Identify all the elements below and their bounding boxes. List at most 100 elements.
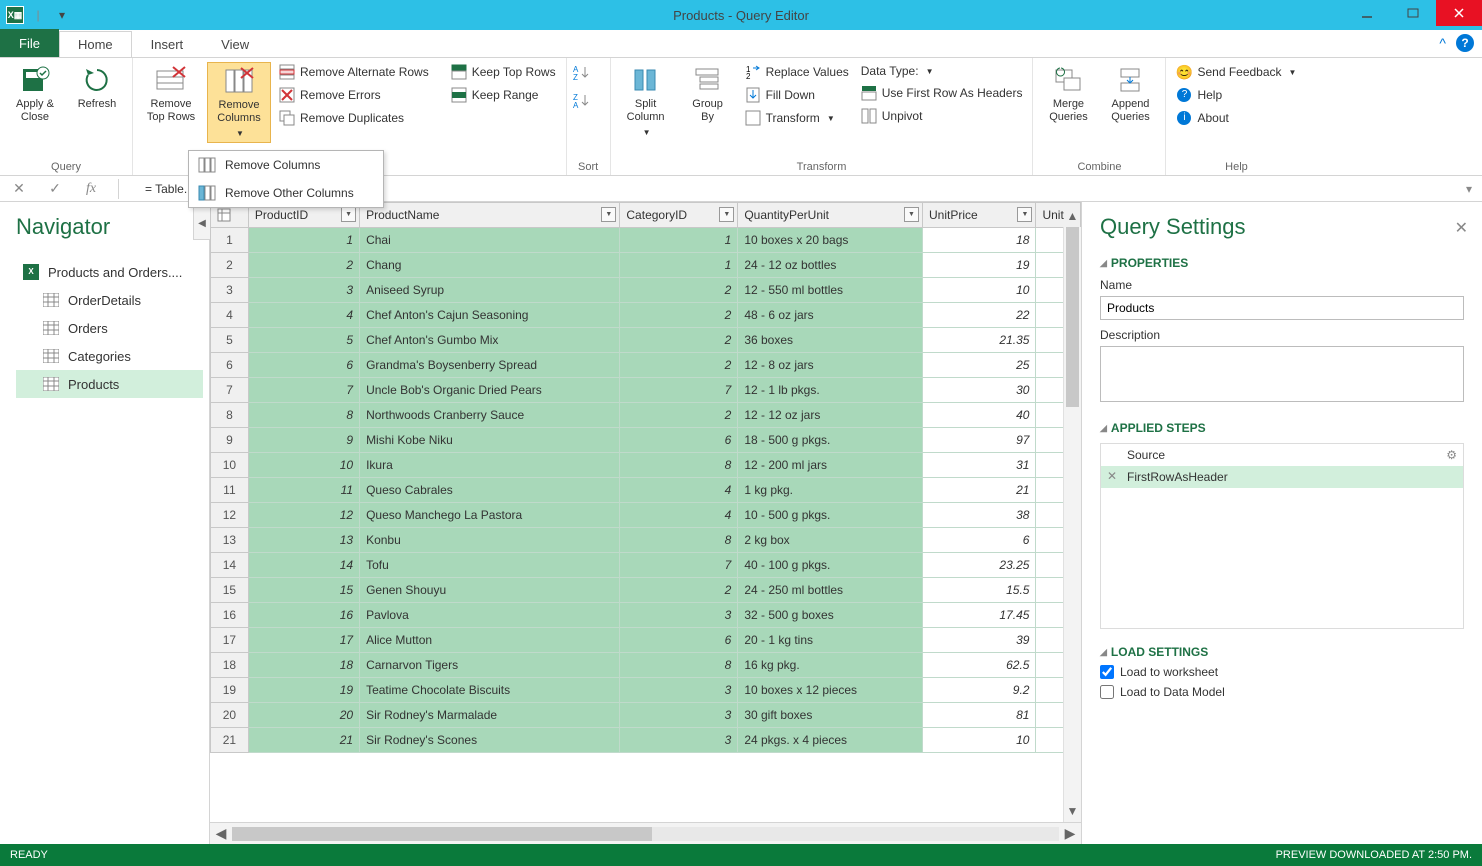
column-filter-icon[interactable]: ▼	[904, 207, 919, 222]
cell-quantityperunit[interactable]: 10 - 500 g pkgs.	[738, 503, 923, 528]
row-number[interactable]: 12	[211, 503, 249, 528]
cell-productname[interactable]: Queso Manchego La Pastora	[360, 503, 620, 528]
column-filter-icon[interactable]: ▼	[719, 207, 734, 222]
row-number[interactable]: 13	[211, 528, 249, 553]
cell-productid[interactable]: 15	[248, 578, 359, 603]
row-number[interactable]: 9	[211, 428, 249, 453]
cell-categoryid[interactable]: 3	[620, 678, 738, 703]
cell-unitprice[interactable]: 18	[922, 228, 1035, 253]
keep-range-button[interactable]: Keep Range	[447, 85, 560, 105]
cell-categoryid[interactable]: 7	[620, 553, 738, 578]
column-filter-icon[interactable]: ▼	[341, 207, 356, 222]
row-number[interactable]: 21	[211, 728, 249, 753]
cell-unitprice[interactable]: 19	[922, 253, 1035, 278]
cell-productid[interactable]: 7	[248, 378, 359, 403]
data-table[interactable]: ProductID▼ProductName▼CategoryID▼Quantit…	[210, 202, 1081, 753]
tab-home[interactable]: Home	[59, 31, 132, 57]
applied-steps-header[interactable]: ◢APPLIED STEPS	[1100, 421, 1464, 435]
cell-unitprice[interactable]: 10	[922, 728, 1035, 753]
fx-icon[interactable]: fx	[82, 181, 100, 197]
cell-categoryid[interactable]: 1	[620, 228, 738, 253]
column-header-productname[interactable]: ProductName▼	[360, 203, 620, 228]
cell-unitprice[interactable]: 9.2	[922, 678, 1035, 703]
cell-categoryid[interactable]: 4	[620, 478, 738, 503]
sort-asc-button[interactable]: AZ	[573, 64, 591, 82]
cell-productid[interactable]: 8	[248, 403, 359, 428]
remove-columns-button[interactable]: Remove Columns▼	[207, 62, 271, 143]
group-by-button[interactable]: Group By	[679, 62, 737, 126]
nav-root-workbook[interactable]: X Products and Orders....	[16, 258, 203, 286]
remove-alternate-rows-button[interactable]: Remove Alternate Rows	[275, 62, 433, 82]
cell-unitprice[interactable]: 22	[922, 303, 1035, 328]
cell-unitprice[interactable]: 15.5	[922, 578, 1035, 603]
cell-categoryid[interactable]: 2	[620, 578, 738, 603]
table-row[interactable]: 1414Tofu740 - 100 g pkgs.23.25	[211, 553, 1081, 578]
about-button[interactable]: iAbout	[1172, 108, 1300, 128]
row-number[interactable]: 17	[211, 628, 249, 653]
row-number[interactable]: 6	[211, 353, 249, 378]
cell-productid[interactable]: 4	[248, 303, 359, 328]
cell-quantityperunit[interactable]: 36 boxes	[738, 328, 923, 353]
cell-productid[interactable]: 10	[248, 453, 359, 478]
cell-productid[interactable]: 18	[248, 653, 359, 678]
cell-categoryid[interactable]: 2	[620, 403, 738, 428]
cell-productname[interactable]: Carnarvon Tigers	[360, 653, 620, 678]
cell-unitprice[interactable]: 21	[922, 478, 1035, 503]
cell-productid[interactable]: 19	[248, 678, 359, 703]
row-number[interactable]: 18	[211, 653, 249, 678]
transform-button[interactable]: Transform▼	[741, 108, 853, 128]
scroll-right-arrow[interactable]: ▶	[1059, 825, 1081, 842]
table-row[interactable]: 1010Ikura812 - 200 ml jars31	[211, 453, 1081, 478]
row-number[interactable]: 15	[211, 578, 249, 603]
split-column-button[interactable]: Split Column▼	[617, 62, 675, 141]
load-to-data-model-checkbox[interactable]: Load to Data Model	[1100, 685, 1464, 699]
cell-quantityperunit[interactable]: 1 kg pkg.	[738, 478, 923, 503]
cell-productid[interactable]: 13	[248, 528, 359, 553]
qat-dropdown-icon[interactable]: ▾	[52, 4, 72, 26]
cell-unitprice[interactable]: 38	[922, 503, 1035, 528]
cell-productid[interactable]: 2	[248, 253, 359, 278]
sort-desc-button[interactable]: ZA	[573, 92, 591, 110]
cell-quantityperunit[interactable]: 20 - 1 kg tins	[738, 628, 923, 653]
apply-and-close-button[interactable]: Apply & Close	[6, 62, 64, 126]
cell-productid[interactable]: 5	[248, 328, 359, 353]
cell-quantityperunit[interactable]: 18 - 500 g pkgs.	[738, 428, 923, 453]
column-header-categoryid[interactable]: CategoryID▼	[620, 203, 738, 228]
cell-quantityperunit[interactable]: 12 - 200 ml jars	[738, 453, 923, 478]
nav-item-orders[interactable]: Orders	[16, 314, 203, 342]
cell-unitprice[interactable]: 23.25	[922, 553, 1035, 578]
remove-duplicates-button[interactable]: Remove Duplicates	[275, 108, 433, 128]
table-row[interactable]: 66Grandma's Boysenberry Spread212 - 8 oz…	[211, 353, 1081, 378]
table-row[interactable]: 55Chef Anton's Gumbo Mix236 boxes21.35	[211, 328, 1081, 353]
cell-quantityperunit[interactable]: 12 - 1 lb pkgs.	[738, 378, 923, 403]
cell-productid[interactable]: 16	[248, 603, 359, 628]
cell-quantityperunit[interactable]: 16 kg pkg.	[738, 653, 923, 678]
table-row[interactable]: 1313Konbu82 kg box6	[211, 528, 1081, 553]
row-number[interactable]: 11	[211, 478, 249, 503]
cell-productid[interactable]: 14	[248, 553, 359, 578]
cell-productname[interactable]: Konbu	[360, 528, 620, 553]
navigator-collapse-icon[interactable]: ◀	[193, 206, 211, 240]
data-type-button[interactable]: Data Type:▼	[857, 62, 1027, 80]
minimize-button[interactable]	[1344, 0, 1390, 26]
cell-productid[interactable]: 9	[248, 428, 359, 453]
table-row[interactable]: 88Northwoods Cranberry Sauce212 - 12 oz …	[211, 403, 1081, 428]
fill-down-button[interactable]: Fill Down	[741, 85, 853, 105]
cell-quantityperunit[interactable]: 10 boxes x 20 bags	[738, 228, 923, 253]
description-input[interactable]	[1100, 346, 1464, 402]
commit-icon[interactable]: ✓	[46, 180, 64, 197]
tab-view[interactable]: View	[202, 31, 268, 57]
table-row[interactable]: 1919Teatime Chocolate Biscuits310 boxes …	[211, 678, 1081, 703]
row-number[interactable]: 19	[211, 678, 249, 703]
expand-formula-icon[interactable]: ▾	[1466, 182, 1472, 196]
remove-top-rows-button[interactable]: Remove Top Rows	[139, 62, 203, 126]
cell-productname[interactable]: Chai	[360, 228, 620, 253]
cell-unitprice[interactable]: 81	[922, 703, 1035, 728]
cell-categoryid[interactable]: 8	[620, 453, 738, 478]
cell-quantityperunit[interactable]: 10 boxes x 12 pieces	[738, 678, 923, 703]
cell-categoryid[interactable]: 8	[620, 528, 738, 553]
cell-unitprice[interactable]: 17.45	[922, 603, 1035, 628]
cell-productname[interactable]: Aniseed Syrup	[360, 278, 620, 303]
dd-remove-columns[interactable]: Remove Columns	[189, 151, 383, 179]
table-row[interactable]: 1818Carnarvon Tigers816 kg pkg.62.5	[211, 653, 1081, 678]
